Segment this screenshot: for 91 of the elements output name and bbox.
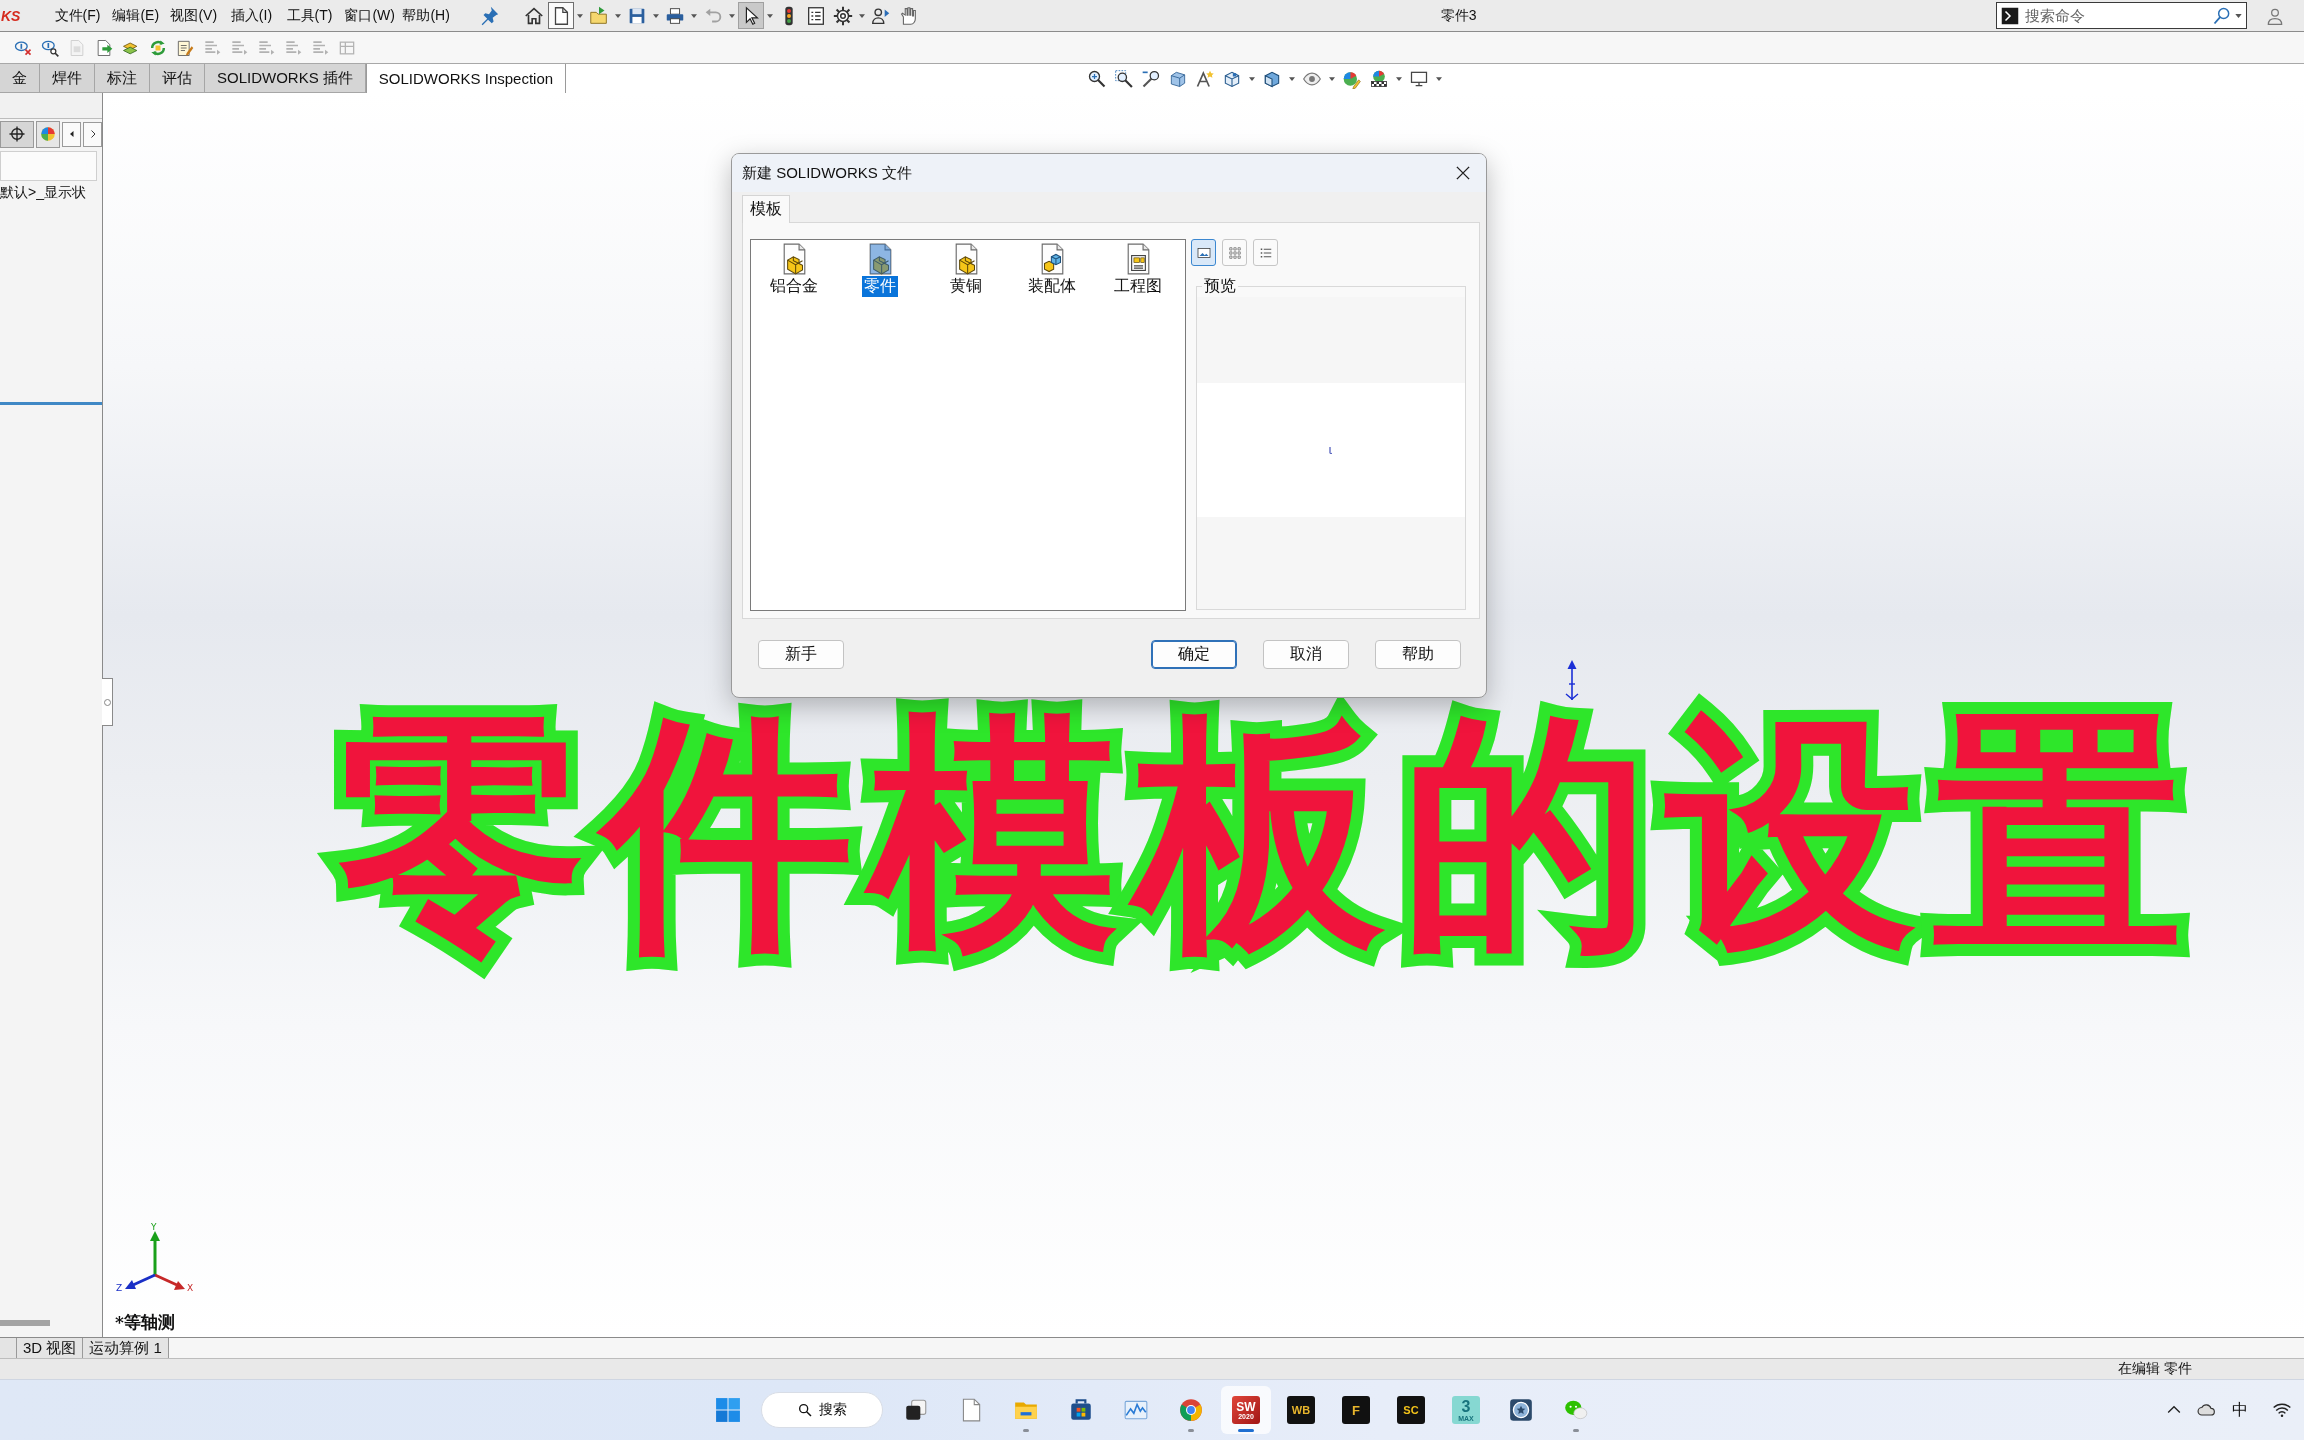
caret-icon[interactable] — [653, 13, 660, 18]
caret-icon[interactable] — [691, 13, 698, 18]
toolbar-button[interactable] — [548, 2, 575, 29]
taskbar-button[interactable]: F — [1331, 1386, 1381, 1434]
menu-item[interactable]: 插入(I) — [222, 3, 281, 28]
template-item[interactable]: 铝合金 — [751, 243, 837, 297]
toolbar-button[interactable] — [738, 2, 765, 29]
annotation-star-icon — [1195, 68, 1215, 89]
magnifier-icon — [1141, 68, 1161, 89]
menu-item[interactable]: 工具(T) — [280, 3, 339, 28]
search-icon — [797, 1402, 813, 1418]
chrome-icon — [1178, 1397, 1204, 1423]
taskbar-search-button[interactable]: 搜索 — [761, 1392, 883, 1428]
star-badge-icon — [1508, 1397, 1534, 1423]
scrollbar[interactable] — [0, 1320, 50, 1326]
menu-item[interactable]: 视图(V) — [164, 3, 223, 28]
view-orientation-label: *等轴测 — [115, 1311, 175, 1334]
template-item[interactable]: 黄铜 — [923, 243, 1009, 297]
panel-tab[interactable] — [0, 120, 34, 148]
command-prompt-icon — [2001, 6, 2019, 25]
axis-label: Y — [151, 1222, 157, 1232]
part-document-icon — [954, 243, 978, 275]
preview-mark-icon — [1329, 446, 1333, 454]
drawing-document-icon — [1126, 243, 1150, 275]
bottom-tab[interactable]: 3D 视图 — [17, 1338, 84, 1358]
app-logo: F — [1342, 1396, 1370, 1424]
store-bag-icon — [1068, 1397, 1094, 1423]
caret-icon[interactable] — [859, 13, 866, 18]
command-tab[interactable]: 标注 — [95, 64, 150, 93]
menu-item[interactable]: 文件(F) — [48, 3, 107, 28]
tree-item[interactable]: 默认>_显示状 — [0, 184, 86, 202]
part-document-icon — [868, 243, 892, 275]
search-bar[interactable]: 搜索命令 — [1996, 2, 2247, 29]
search-field[interactable]: 搜索命令 — [2025, 4, 2212, 27]
template-item[interactable]: 零件 — [837, 243, 923, 297]
caret-icon[interactable] — [1396, 76, 1402, 81]
dialog-tab[interactable]: 模板 — [742, 195, 790, 223]
caret-icon[interactable] — [577, 13, 584, 18]
command-tab[interactable]: SOLIDWORKS Inspection — [365, 64, 567, 93]
caret-icon[interactable] — [1289, 76, 1295, 81]
command-tab[interactable]: 评估 — [150, 64, 205, 93]
task-view-icon — [903, 1397, 929, 1423]
search-icon[interactable] — [2212, 5, 2232, 26]
dialog-button[interactable]: 帮助 — [1375, 640, 1461, 669]
axis-label: Z — [116, 1283, 123, 1293]
axis-triad-icon — [125, 1231, 185, 1290]
input-method-indicator[interactable]: 中 — [2232, 1399, 2248, 1421]
zoom-area-icon — [1114, 68, 1134, 89]
zoom-icon — [1087, 68, 1107, 89]
caret-icon[interactable] — [767, 13, 774, 18]
dialog-button[interactable]: 确定 — [1151, 640, 1237, 669]
app-logo: KS — [1, 7, 21, 24]
caret-icon[interactable] — [2235, 13, 2242, 18]
app-logo: WB — [1287, 1396, 1315, 1424]
origin-arrow-icon — [1565, 660, 1579, 701]
part-document-icon — [782, 243, 806, 275]
app-logo: SC — [1397, 1396, 1425, 1424]
crosshair-icon — [8, 125, 26, 143]
taskbar-button[interactable]: SC — [1386, 1386, 1436, 1434]
template-item[interactable]: 工程图 — [1095, 243, 1181, 297]
document-title: 零件3 — [1440, 6, 1477, 25]
scroll-right-button[interactable] — [83, 121, 102, 147]
caret-icon[interactable] — [615, 13, 622, 18]
command-tab[interactable]: SOLIDWORKS 插件 — [205, 64, 366, 93]
filter-field[interactable] — [0, 151, 97, 181]
command-tab[interactable]: 金 — [0, 64, 40, 93]
caret-icon[interactable] — [1329, 76, 1335, 81]
bottom-tab[interactable]: 运动算例 1 — [83, 1338, 169, 1358]
dialog-button[interactable]: 新手 — [758, 640, 844, 669]
color-ball-icon — [39, 125, 57, 143]
close-icon — [1456, 166, 1470, 180]
caret-icon[interactable] — [1249, 76, 1255, 81]
menu-item[interactable]: 帮助(H) — [396, 3, 455, 28]
dialog-button[interactable]: 取消 — [1263, 640, 1349, 669]
axis-label: X — [187, 1283, 194, 1293]
template-item[interactable]: 装配体 — [1009, 243, 1095, 297]
menu-item[interactable]: 编辑(E) — [106, 3, 165, 28]
taskbar-button[interactable]: WB — [1276, 1386, 1326, 1434]
windows-logo-icon — [715, 1397, 741, 1423]
view-mode-button[interactable] — [1253, 239, 1278, 266]
command-tab[interactable]: 焊件 — [40, 64, 95, 93]
menu-item[interactable]: 窗口(W) — [338, 3, 397, 28]
preview-label: 预览 — [1203, 276, 1237, 296]
scroll-left-button[interactable] — [62, 121, 81, 147]
view-mode-button[interactable] — [1191, 239, 1216, 266]
caret-icon[interactable] — [1436, 76, 1442, 81]
assembly-document-icon — [1040, 243, 1064, 275]
status-text: 在编辑 零件 — [2118, 1360, 2192, 1378]
ball-checkerboard-icon — [1369, 68, 1389, 89]
dialog-title: 新建 SOLIDWORKS 文件 — [742, 163, 913, 183]
settings-icon — [832, 4, 855, 27]
